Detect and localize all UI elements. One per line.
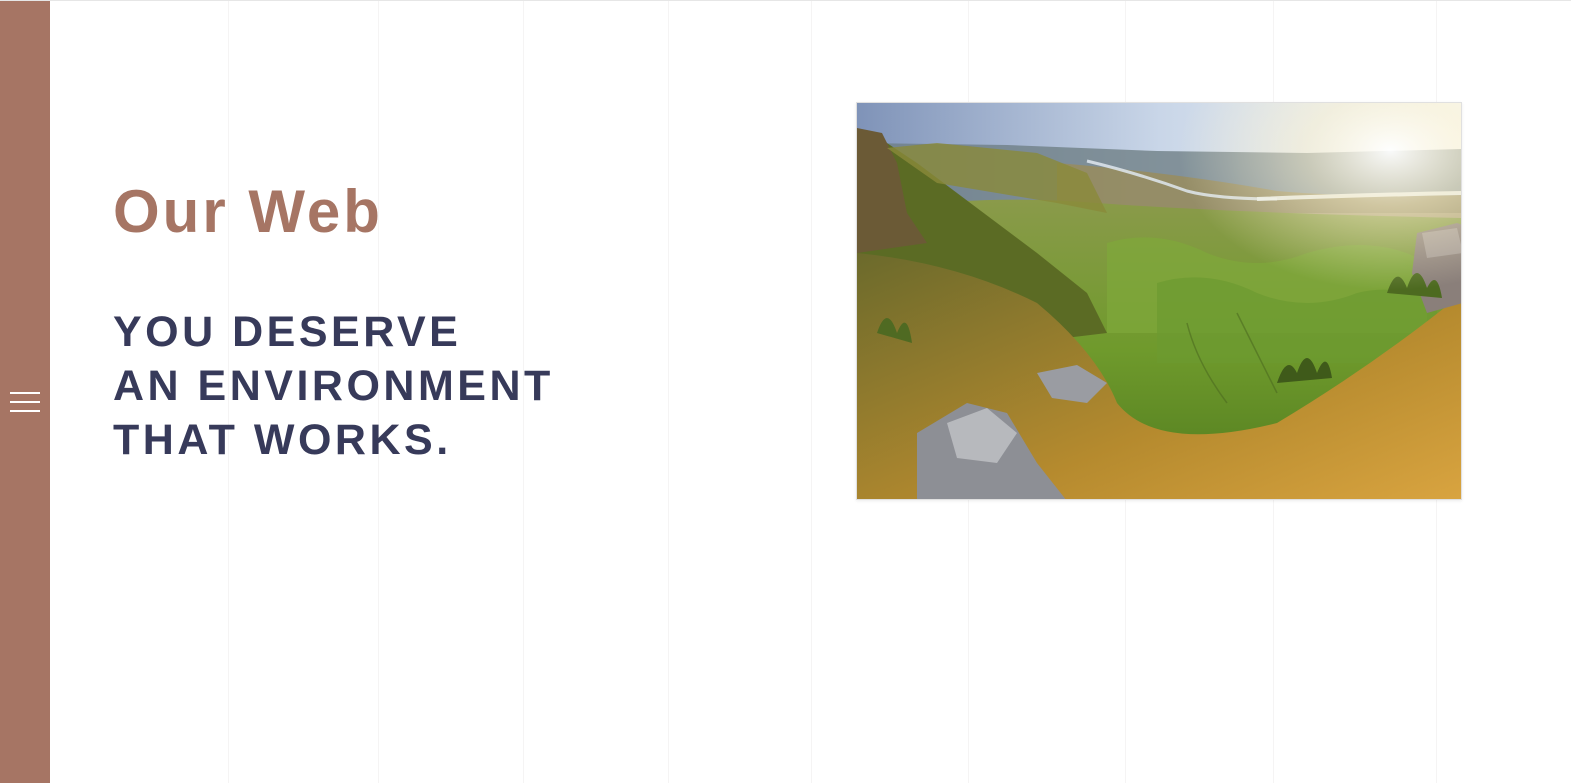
landscape-illustration xyxy=(857,103,1461,499)
tagline-line: THAT WORKS. xyxy=(113,416,452,464)
page: Our Web YOU DESERVE AN ENVIRONMENT THAT … xyxy=(0,0,1571,783)
sidebar xyxy=(0,1,50,783)
background-gridline xyxy=(668,1,669,783)
hamburger-menu-icon[interactable] xyxy=(10,390,40,414)
background-gridline xyxy=(811,1,812,783)
tagline-line: AN ENVIRONMENT xyxy=(113,362,554,410)
hero-tagline: YOU DESERVE AN ENVIRONMENT THAT WORKS. xyxy=(113,305,554,467)
brand-title: Our Web xyxy=(113,178,383,245)
tagline-line: YOU DESERVE xyxy=(113,308,462,356)
hero-landscape-image xyxy=(856,102,1462,500)
